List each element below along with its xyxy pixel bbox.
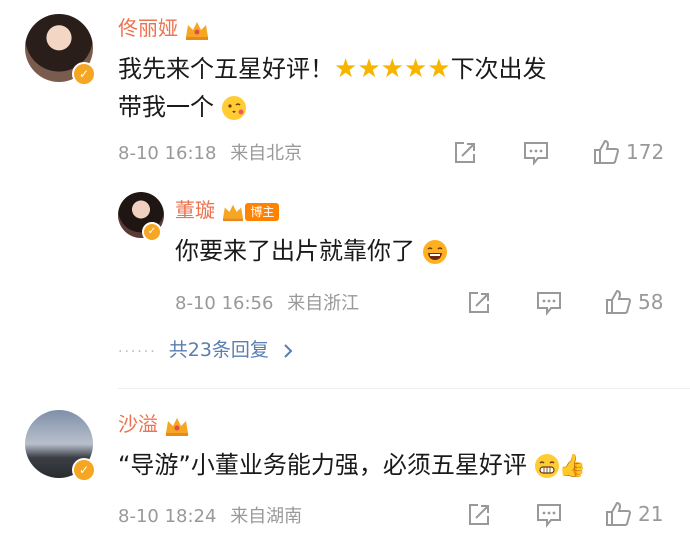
location: 来自北京 <box>230 143 303 164</box>
comment-text: “导游”小董业务能力强，必须五星好评 👍 <box>118 451 586 479</box>
comment-text-part1: 我先来个五星好评！ <box>118 55 334 83</box>
share-button[interactable] <box>452 140 478 166</box>
timestamp: 8-10 16:18 <box>118 143 217 164</box>
like-count: 172 <box>626 140 665 164</box>
like-icon <box>606 501 632 526</box>
like-count: 58 <box>638 290 664 314</box>
comment-text: 我先来个五星好评！★★★★★下次出发 带我一个 <box>118 50 678 126</box>
location: 来自浙江 <box>287 293 360 314</box>
laugh-emoji-icon <box>422 240 447 264</box>
grin-emoji-icon <box>534 454 559 478</box>
share-icon <box>469 292 489 313</box>
blogger-tag: 博主 <box>245 202 280 221</box>
chevron-right-icon <box>284 343 293 358</box>
comment-button[interactable] <box>535 502 563 528</box>
verified-badge-icon: ✓ <box>72 62 96 86</box>
crown-icon <box>186 21 209 40</box>
share-button[interactable] <box>466 502 492 528</box>
user-name[interactable]: 佟丽娅 <box>118 16 210 41</box>
share-icon <box>469 504 489 525</box>
comment-button[interactable] <box>535 290 563 316</box>
user-name[interactable]: 沙溢 <box>118 412 190 437</box>
reply-meta: 8-10 16:56 来自浙江 <box>175 293 359 315</box>
crown-icon <box>223 204 244 221</box>
comment-divider <box>118 388 690 389</box>
dots-decoration: ······ <box>118 344 157 360</box>
user-name[interactable]: 董璇 博主 <box>175 198 280 222</box>
comment-icon <box>524 142 548 166</box>
comment-text-line2: 带我一个 <box>118 93 214 121</box>
star-icon: ★ <box>380 54 404 84</box>
crown-icon <box>166 417 189 436</box>
more-replies-link[interactable]: ······ 共23条回复 <box>118 338 295 364</box>
comment-meta: 8-10 18:24 来自湖南 <box>118 506 302 528</box>
star-icon: ★ <box>403 54 428 84</box>
share-button[interactable] <box>466 290 492 316</box>
five-star-rating: ★★★★★ <box>334 54 451 84</box>
like-button[interactable]: 58 <box>604 288 663 316</box>
timestamp: 8-10 18:24 <box>118 506 217 527</box>
kiss-emoji-icon <box>221 96 246 120</box>
reply-1: ✓ 董璇 博主 你要来了出片就靠你了 8-10 16:56 来自浙江 58 ··… <box>0 180 690 380</box>
comment-icon <box>537 504 561 528</box>
comment-text-part2: 下次出发 <box>450 55 547 83</box>
comment-icon <box>537 292 561 316</box>
comment-1: ✓ 佟丽娅 我先来个五星好评！★★★★★下次出发 带我一个 8-10 16:18… <box>0 0 690 180</box>
like-button[interactable]: 172 <box>592 138 664 166</box>
like-count: 21 <box>638 502 664 526</box>
star-icon: ★ <box>334 54 358 84</box>
comment-meta: 8-10 16:18 来自北京 <box>118 143 302 165</box>
timestamp: 8-10 16:56 <box>175 293 274 314</box>
reply-text: 你要来了出片就靠你了 <box>175 232 675 270</box>
comment-2: ✓ 沙溢 “导游”小董业务能力强，必须五星好评 👍 8-10 18:24 来自湖… <box>0 390 690 544</box>
like-icon <box>594 139 620 164</box>
location: 来自湖南 <box>230 506 303 527</box>
verified-badge-icon: ✓ <box>142 222 162 242</box>
comment-button[interactable] <box>522 140 550 166</box>
star-icon: ★ <box>357 54 381 84</box>
thumbs-up-emoji-icon: 👍 <box>558 454 586 479</box>
like-button[interactable]: 21 <box>604 500 663 528</box>
verified-badge-icon: ✓ <box>72 458 96 482</box>
star-icon: ★ <box>427 54 451 84</box>
share-icon <box>455 142 475 163</box>
like-icon <box>606 289 632 314</box>
